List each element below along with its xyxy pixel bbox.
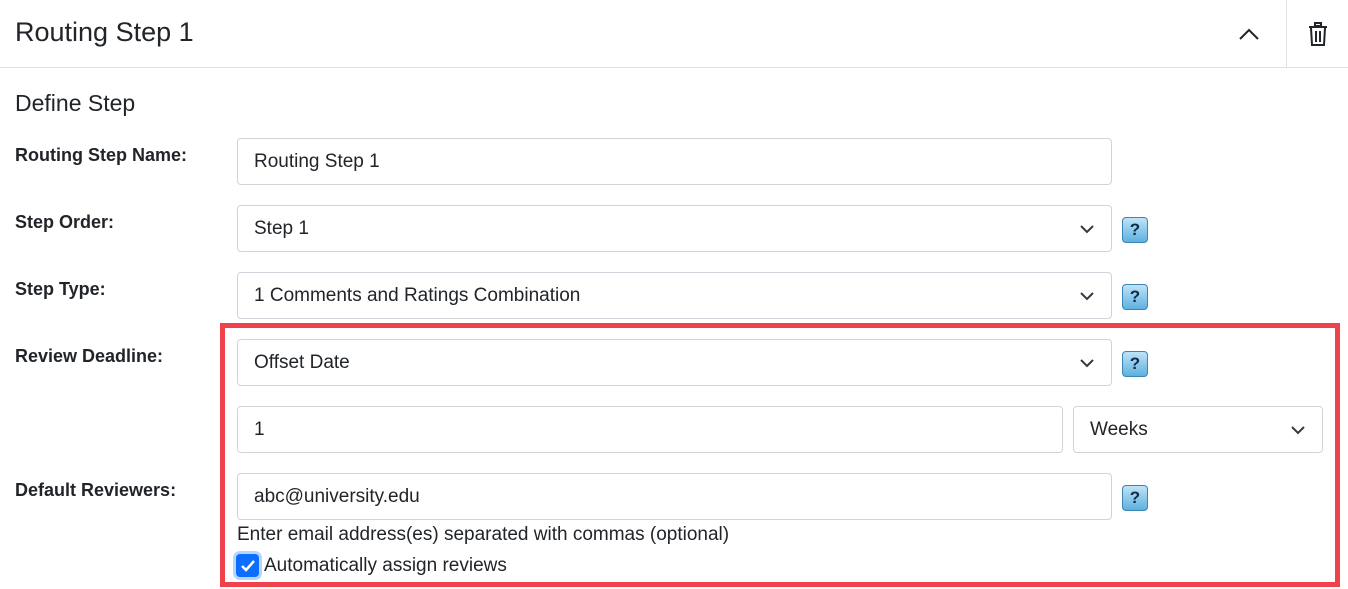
collapse-button[interactable] bbox=[1212, 0, 1286, 67]
reviewers-hint: Enter email address(es) separated with c… bbox=[237, 524, 730, 545]
chevron-down-icon bbox=[1291, 426, 1305, 435]
chevron-down-icon bbox=[1080, 225, 1094, 234]
offset-value: 1 bbox=[254, 418, 265, 440]
step-title: Routing Step 1 bbox=[15, 17, 194, 47]
chevron-down-icon bbox=[1080, 359, 1094, 368]
auto-assign-label[interactable]: Automatically assign reviews bbox=[264, 555, 507, 577]
chevron-down-icon bbox=[1080, 292, 1094, 301]
step-order-help-icon[interactable]: ? bbox=[1122, 217, 1148, 243]
step-order-label: Step Order: bbox=[15, 212, 115, 232]
checkmark-icon bbox=[240, 559, 255, 572]
step-header: Routing Step 1 bbox=[0, 0, 1348, 68]
trash-icon bbox=[1308, 21, 1327, 46]
default-reviewers-label: Default Reviewers: bbox=[15, 480, 177, 500]
step-order-select[interactable]: Step 1 bbox=[237, 205, 1112, 252]
step-name-input[interactable]: Routing Step 1 bbox=[237, 138, 1112, 185]
step-order-value: Step 1 bbox=[254, 217, 309, 239]
reviewers-help-icon[interactable]: ? bbox=[1122, 485, 1148, 511]
deadline-type-select[interactable]: Offset Date bbox=[237, 339, 1112, 386]
reviewers-input[interactable]: abc@university.edu bbox=[237, 473, 1112, 520]
reviewers-value: abc@university.edu bbox=[254, 485, 420, 507]
offset-unit-value: Weeks bbox=[1090, 418, 1148, 440]
step-type-value: 1 Comments and Ratings Combination bbox=[254, 284, 581, 306]
review-deadline-label: Review Deadline: bbox=[15, 346, 164, 366]
step-type-help-icon[interactable]: ? bbox=[1122, 284, 1148, 310]
step-name-label: Routing Step Name: bbox=[15, 145, 188, 165]
deadline-help-icon[interactable]: ? bbox=[1122, 351, 1148, 377]
deadline-type-value: Offset Date bbox=[254, 351, 350, 373]
auto-assign-checkbox[interactable] bbox=[236, 554, 259, 577]
step-name-value: Routing Step 1 bbox=[254, 150, 380, 172]
offset-value-input[interactable]: 1 bbox=[237, 406, 1063, 453]
offset-unit-select[interactable]: Weeks bbox=[1073, 406, 1323, 453]
chevron-up-icon bbox=[1239, 28, 1259, 40]
step-type-select[interactable]: 1 Comments and Ratings Combination bbox=[237, 272, 1112, 319]
step-type-label: Step Type: bbox=[15, 279, 106, 299]
section-title: Define Step bbox=[15, 90, 136, 116]
delete-button[interactable] bbox=[1286, 0, 1348, 67]
